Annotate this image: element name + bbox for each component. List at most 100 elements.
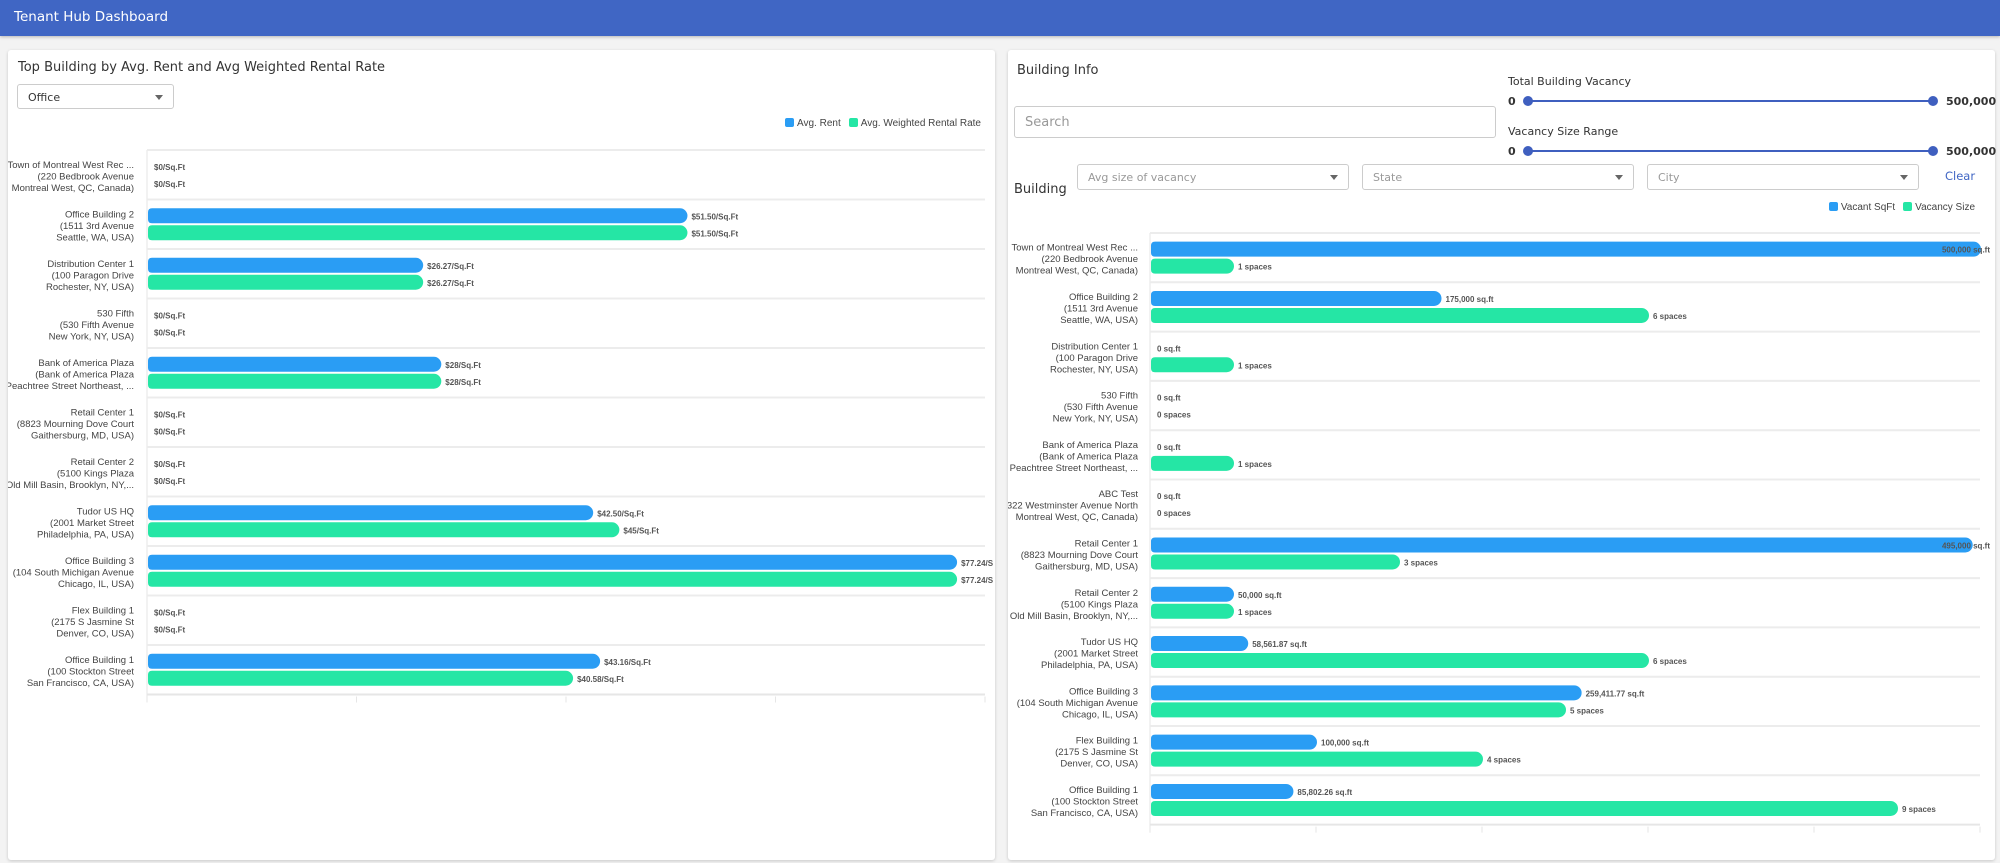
bar-avg-rent[interactable] — [148, 257, 424, 273]
bar-value-label: $0/Sq.Ft — [154, 180, 185, 189]
bar-avg-weighted-rental-rate[interactable] — [148, 670, 574, 686]
bar-value-label: 0 sq.ft — [1157, 443, 1181, 452]
bar-value-label: 6 spaces — [1653, 312, 1687, 321]
category-label: Town of Montreal West Rec ... (220 Bedbro… — [1011, 243, 1138, 277]
category-label: Office Building 2 (1511 3rd Avenue Seattle… — [1060, 292, 1138, 326]
category-label: Retail Center 1 (8823 Mourning Dove Court… — [1021, 538, 1139, 572]
bar-value-label: $43.16/Sq.Ft — [604, 658, 651, 667]
bar-avg-weighted-rental-rate[interactable] — [148, 274, 424, 290]
bar-vacancy-size[interactable] — [1151, 702, 1566, 718]
bar-value-label: $0/Sq.Ft — [154, 625, 185, 634]
bar-value-label: 1 spaces — [1238, 263, 1272, 272]
bar-vacant-sqft[interactable] — [1151, 537, 1973, 553]
rent-bar-chart: Town of Montreal West Rec ... (220 Bedbro… — [8, 149, 994, 703]
category-label: Retail Center 2 (5100 Kings Plaza Old Mill… — [1010, 588, 1139, 622]
bar-avg-weighted-rental-rate[interactable] — [148, 373, 442, 389]
bar-value-label: 0 spaces — [1157, 411, 1191, 420]
category-label: Office Building 1 (100 Stockton Street San… — [1031, 785, 1139, 819]
bar-avg-rent[interactable] — [148, 505, 594, 521]
bar-vacancy-size[interactable] — [1151, 603, 1234, 619]
app-header: Tenant Hub Dashboard — [0, 0, 2000, 36]
bar-value-label: $77.24/S — [961, 576, 994, 585]
bar-value-label: 259,411.77 sq.ft — [1586, 689, 1645, 698]
bar-avg-rent[interactable] — [148, 653, 601, 669]
bar-vacancy-size[interactable] — [1151, 357, 1234, 373]
category-label: Retail Center 2 (5100 Kings Plaza Old Mill… — [8, 457, 135, 491]
bar-value-label: $28/Sq.Ft — [445, 378, 481, 387]
category-label: Distribution Center 1 (100 Paragon Drive R… — [46, 259, 134, 293]
bar-value-label: 0 sq.ft — [1157, 394, 1181, 403]
bar-value-label: 9 spaces — [1902, 805, 1936, 814]
category-label: Distribution Center 1 (100 Paragon Drive R… — [1050, 341, 1138, 375]
bar-vacant-sqft[interactable] — [1151, 636, 1249, 652]
bar-value-label: $28/Sq.Ft — [445, 361, 481, 370]
bar-value-label: 0 spaces — [1157, 509, 1191, 518]
bar-value-label: $0/Sq.Ft — [154, 427, 185, 436]
category-label: Bank of America Plaza (Bank of America Pl… — [8, 358, 135, 392]
bar-vacancy-size[interactable] — [1151, 455, 1234, 471]
bar-value-label: 50,000 sq.ft — [1238, 591, 1282, 600]
bar-value-label: 5 spaces — [1570, 706, 1604, 715]
bar-vacancy-size[interactable] — [1151, 307, 1649, 323]
bar-value-label: $0/Sq.Ft — [154, 460, 185, 469]
category-label: Flex Building 1 (2175 S Jasmine St Denver,… — [1055, 736, 1138, 770]
bar-vacant-sqft[interactable] — [1151, 734, 1317, 750]
bar-value-label: 500,000 sq.ft — [1942, 246, 1990, 255]
bar-value-label: $0/Sq.Ft — [154, 608, 185, 617]
bar-value-label: 1 spaces — [1238, 361, 1272, 370]
bar-value-label: $26.27/Sq.Ft — [427, 279, 474, 288]
bar-value-label: 4 spaces — [1487, 756, 1521, 765]
category-label: Bank of America Plaza (Bank of America Pl… — [1010, 440, 1139, 474]
bar-vacancy-size[interactable] — [1151, 751, 1483, 767]
bar-value-label: 0 sq.ft — [1157, 492, 1181, 501]
category-label: Office Building 3 (104 South Michigan Ave… — [1017, 686, 1138, 720]
bar-vacant-sqft[interactable] — [1151, 685, 1582, 701]
bar-value-label: 1 spaces — [1238, 608, 1272, 617]
bar-avg-weighted-rental-rate[interactable] — [148, 225, 688, 241]
bar-vacant-sqft[interactable] — [1151, 241, 1981, 257]
bar-avg-weighted-rental-rate[interactable] — [148, 522, 620, 538]
bar-vacancy-size[interactable] — [1151, 258, 1234, 274]
bar-value-label: 3 spaces — [1404, 558, 1438, 567]
category-label: Town of Montreal West Rec ... (220 Bedbro… — [8, 160, 134, 194]
bar-value-label: $0/Sq.Ft — [154, 311, 185, 320]
bar-value-label: $45/Sq.Ft — [623, 526, 659, 535]
bar-avg-weighted-rental-rate[interactable] — [148, 571, 958, 587]
bar-value-label: $77.24/S — [961, 559, 994, 568]
bar-value-label: $51.50/Sq.Ft — [691, 229, 738, 238]
category-label: Office Building 1 (100 Stockton Street San… — [27, 655, 135, 689]
bar-vacant-sqft[interactable] — [1151, 290, 1442, 306]
category-label: Flex Building 1 (2175 S Jasmine St Denver,… — [51, 605, 134, 639]
bar-vacancy-size[interactable] — [1151, 653, 1649, 669]
bar-value-label: 175,000 sq.ft — [1446, 295, 1494, 304]
bar-value-label: 58,561.87 sq.ft — [1252, 640, 1307, 649]
rent-chart-card: Top Building by Avg. Rent and Avg Weight… — [8, 50, 995, 860]
bar-vacancy-size[interactable] — [1151, 800, 1898, 816]
category-label: Retail Center 1 (8823 Mourning Dove Court… — [17, 407, 135, 441]
category-label: Office Building 3 (104 South Michigan Ave… — [13, 556, 134, 590]
bar-vacant-sqft[interactable] — [1151, 783, 1294, 799]
bar-avg-rent[interactable] — [148, 554, 958, 570]
bar-value-label: $0/Sq.Ft — [154, 477, 185, 486]
bar-vacant-sqft[interactable] — [1151, 586, 1234, 602]
bar-value-label: 495,000 sq.ft — [1942, 541, 1990, 550]
bar-value-label: $0/Sq.Ft — [154, 163, 185, 172]
bar-value-label: $26.27/Sq.Ft — [427, 262, 474, 271]
building-bar-chart: Town of Montreal West Rec ... (220 Bedbro… — [1008, 232, 1990, 833]
app-title: Tenant Hub Dashboard — [14, 9, 169, 25]
bar-vacancy-size[interactable] — [1151, 554, 1400, 570]
category-label: ABC Test (322 Westminster Avenue North Mon… — [1008, 489, 1138, 523]
bar-value-label: 6 spaces — [1653, 657, 1687, 666]
bar-value-label: $40.58/Sq.Ft — [577, 675, 624, 684]
bar-value-label: 100,000 sq.ft — [1321, 739, 1369, 748]
category-label: Tudor US HQ (2001 Market Street Philadelph… — [1041, 637, 1138, 671]
bar-value-label: 0 sq.ft — [1157, 344, 1181, 353]
category-label: Office Building 2 (1511 3rd Avenue Seattle… — [56, 209, 134, 243]
bar-value-label: 1 spaces — [1238, 460, 1272, 469]
bar-avg-rent[interactable] — [148, 208, 688, 224]
category-label: Tudor US HQ (2001 Market Street Philadelph… — [37, 506, 134, 540]
category-label: 530 Fifth (530 Fifth Avenue New York, NY, … — [49, 308, 134, 342]
bar-value-label: 85,802.26 sq.ft — [1297, 788, 1352, 797]
bar-avg-rent[interactable] — [148, 356, 442, 372]
building-info-card: Building Info Total Building Vacancy 0 5… — [1008, 50, 1996, 860]
